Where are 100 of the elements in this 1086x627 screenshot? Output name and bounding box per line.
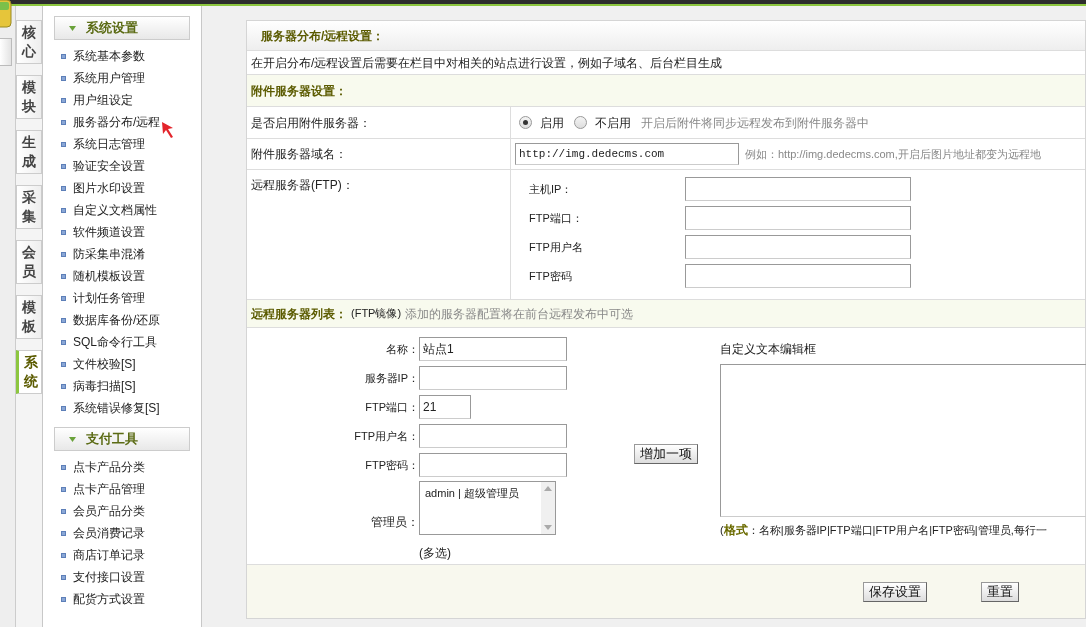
text-input[interactable] (685, 177, 911, 201)
bullet-icon (61, 185, 66, 191)
hint-text: (多选) (419, 545, 452, 562)
vertical-tab[interactable]: 采集 (16, 185, 42, 229)
section-title: 远程服务器列表： (251, 305, 347, 323)
menu-link[interactable]: 数据库备份/还原 (73, 311, 161, 329)
menu-link[interactable]: 病毒扫描[S] (73, 377, 136, 395)
menu-link[interactable]: 系统用户管理 (73, 69, 145, 87)
side-toggle-button[interactable] (0, 38, 12, 66)
field-label: 附件服务器域名： (251, 146, 347, 163)
bullet-icon (61, 383, 66, 389)
menu-section-header[interactable]: 支付工具 (54, 427, 190, 451)
bullet-icon (61, 163, 66, 169)
bullet-icon (61, 339, 66, 345)
text-input[interactable]: 站点1 (419, 337, 567, 361)
field-label: FTP用户名 (529, 239, 584, 255)
hint-text: 开启后附件将同步远程发布到附件服务器中 (641, 114, 869, 132)
bullet-icon (61, 530, 66, 536)
caret-icon (69, 436, 76, 442)
bullet-icon (61, 464, 66, 470)
caret-icon (69, 25, 76, 31)
bullet-icon (61, 405, 66, 411)
scroll-down-icon[interactable] (544, 525, 552, 530)
bullet-icon (61, 53, 66, 59)
vertical-tab[interactable]: 模板 (16, 295, 42, 339)
form-button[interactable]: 重置 (981, 581, 1019, 602)
radio-label: 不启用 (595, 114, 631, 132)
field-label: 主机IP： (529, 181, 574, 197)
bullet-icon (61, 295, 66, 301)
menu-link[interactable]: 用户组设定 (73, 91, 133, 109)
bullet-icon (61, 251, 66, 257)
bullet-icon (61, 596, 66, 602)
scrollbar[interactable] (541, 482, 555, 534)
menu-link[interactable]: 服务器分布/远程 (73, 113, 161, 131)
bullet-icon (61, 141, 66, 147)
menu-link[interactable]: 随机模板设置 (73, 267, 145, 285)
hint-text: 添加的服务器配置将在前台远程发布中可选 (405, 305, 634, 323)
menu-link[interactable]: 防采集串混淆 (73, 245, 145, 263)
bullet-icon (61, 317, 66, 323)
scroll-up-icon[interactable] (544, 486, 552, 491)
bullet-icon (61, 361, 66, 367)
text-input[interactable] (685, 264, 911, 288)
menu-link[interactable]: 支付接口设置 (73, 568, 145, 586)
menu-section-header[interactable]: 系统设置 (54, 16, 190, 40)
vertical-tab[interactable]: 会员 (16, 240, 42, 284)
menu-link[interactable]: 系统错误修复[S] (73, 399, 160, 417)
bullet-icon (61, 207, 66, 213)
menu-link[interactable]: 商店订单记录 (73, 546, 145, 564)
menu-link[interactable]: 系统日志管理 (73, 135, 145, 153)
form-button[interactable]: 增加一项 (634, 444, 698, 464)
section-title: 支付工具 (86, 430, 138, 449)
form-button[interactable]: 保存设置 (863, 581, 927, 602)
text-input[interactable] (419, 453, 567, 477)
menu-link[interactable]: 会员产品分类 (73, 502, 145, 520)
bullet-icon (61, 273, 66, 279)
menu-link[interactable]: 验证安全设置 (73, 157, 145, 175)
panel-title: 服务器分布/远程设置： (261, 27, 385, 45)
menu-link[interactable]: SQL命令行工具 (73, 333, 157, 351)
field-label: FTP端口： (529, 210, 584, 226)
notice-text: 在开启分布/远程设置后需要在栏目中对相关的站点进行设置，例如子域名、后台栏目生成 (251, 54, 723, 72)
text-input[interactable] (685, 206, 911, 230)
text-input[interactable] (419, 424, 567, 448)
vertical-tab[interactable]: 模块 (16, 75, 42, 119)
menu-link[interactable]: 自定义文档属性 (73, 201, 157, 219)
menu-link[interactable]: 软件频道设置 (73, 223, 145, 241)
section-title: 系统设置 (86, 19, 138, 38)
vertical-tab[interactable]: 核心 (16, 20, 42, 64)
section-title: 附件服务器设置： (251, 82, 347, 100)
app-logo-icon[interactable] (0, 0, 12, 28)
domain-input[interactable]: http://img.dedecms.com (515, 143, 739, 165)
radio-button[interactable] (519, 116, 532, 129)
menu-link[interactable]: 点卡产品管理 (73, 480, 145, 498)
menu-link[interactable]: 点卡产品分类 (73, 458, 145, 476)
admin-listbox[interactable]: admin | 超级管理员 (419, 481, 556, 535)
menu-link[interactable]: 系统基本参数 (73, 47, 145, 65)
bullet-icon (61, 119, 66, 125)
section-note: (FTP镜像) (351, 306, 402, 322)
field-label: 名称： (385, 341, 419, 357)
menu-link[interactable]: 文件校验[S] (73, 355, 136, 373)
menu-link[interactable]: 配货方式设置 (73, 590, 145, 608)
menu-link[interactable]: 会员消费记录 (73, 524, 145, 542)
text-input[interactable]: 21 (419, 395, 471, 419)
vertical-tab[interactable]: 生成 (16, 130, 42, 174)
menu-link[interactable]: 图片水印设置 (73, 179, 145, 197)
field-label: FTP用户名： (353, 428, 419, 444)
field-label: FTP密码 (529, 268, 573, 284)
vertical-tab[interactable]: 系统 (16, 350, 42, 394)
text-input[interactable] (419, 366, 567, 390)
field-label: 服务器IP： (363, 370, 419, 386)
text-input[interactable] (685, 235, 911, 259)
format-note: (格式：名称|服务器IP|FTP端口|FTP用户名|FTP密码|管理员,每行一 (720, 522, 1048, 539)
bullet-icon (61, 97, 66, 103)
bullet-icon (61, 486, 66, 492)
field-label: FTP密码： (364, 457, 419, 473)
bullet-icon (61, 552, 66, 558)
bullet-icon (61, 574, 66, 580)
list-option[interactable]: admin | 超级管理员 (425, 485, 541, 502)
radio-button[interactable] (574, 116, 587, 129)
bullet-icon (61, 508, 66, 514)
menu-link[interactable]: 计划任务管理 (73, 289, 145, 307)
